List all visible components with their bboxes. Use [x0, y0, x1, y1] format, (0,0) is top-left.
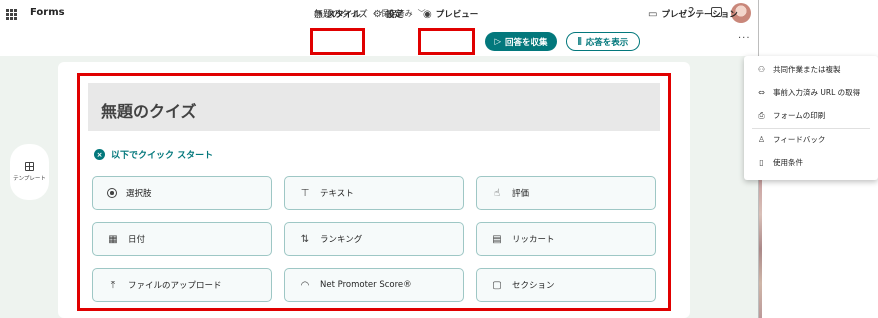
collect-label: 回答を収集	[505, 37, 548, 48]
people-icon: ⚇	[757, 65, 766, 74]
app-launcher-icon[interactable]	[6, 9, 17, 20]
menu-item-print[interactable]: ⎙ フォームの印刷	[757, 110, 825, 121]
menu-item-label: 使用条件	[773, 158, 803, 167]
gear-icon: ⚙	[373, 8, 382, 20]
palette-icon: ◔	[314, 8, 323, 20]
menu-item-collaborate[interactable]: ⚇ 共同作業または複製	[757, 64, 841, 75]
present-button[interactable]: ▭ プレゼンテーション	[648, 4, 738, 24]
settings-button[interactable]: ⚙ 設定	[373, 4, 403, 24]
more-options-menu: ⚇ 共同作業または複製 ⇔ 事前入力済み URL の取得 ⎙ フォームの印刷 ♙…	[744, 56, 878, 180]
menu-item-label: 事前入力済み URL の取得	[773, 88, 861, 97]
view-responses-button[interactable]: ⫼ 応答を表示	[566, 32, 640, 51]
menu-divider	[752, 128, 870, 129]
template-button[interactable]: テンプレート	[10, 144, 49, 200]
send-icon: ▷	[494, 36, 502, 47]
menu-item-label: フィードバック	[773, 135, 826, 144]
template-icon	[25, 162, 34, 171]
menu-item-feedback[interactable]: ♙ フィードバック	[757, 134, 825, 145]
style-button[interactable]: ◔ スタイル	[314, 4, 361, 24]
highlight-preview	[418, 28, 475, 55]
preview-label: プレビュー	[435, 10, 479, 20]
menu-item-label: 共同作業または複製	[773, 65, 841, 74]
more-options-icon[interactable]: ···	[738, 33, 751, 44]
settings-label: 設定	[385, 10, 403, 20]
monitor-icon: ▭	[648, 8, 658, 20]
app-name[interactable]: Forms	[30, 7, 65, 18]
chart-icon: ⫼	[577, 36, 582, 47]
collect-responses-button[interactable]: ▷ 回答を収集	[485, 32, 557, 51]
printer-icon: ⎙	[758, 110, 765, 120]
preview-button[interactable]: ◉ プレビュー	[423, 4, 478, 24]
template-label: テンプレート	[13, 176, 46, 182]
link-icon: ⇔	[758, 88, 765, 97]
menu-item-label: フォームの印刷	[773, 111, 826, 120]
highlight-form	[77, 73, 671, 311]
document-icon: ▯	[759, 158, 764, 167]
style-label: スタイル	[326, 10, 361, 20]
menu-item-terms[interactable]: ▯ 使用条件	[757, 157, 803, 168]
present-label: プレゼンテーション	[661, 10, 738, 20]
feedback-icon: ♙	[757, 135, 766, 144]
menu-item-prefilled-url[interactable]: ⇔ 事前入力済み URL の取得	[757, 87, 860, 98]
responses-label: 応答を表示	[585, 37, 629, 48]
command-bar	[0, 28, 758, 56]
highlight-style	[310, 28, 365, 55]
eye-icon: ◉	[423, 8, 432, 20]
